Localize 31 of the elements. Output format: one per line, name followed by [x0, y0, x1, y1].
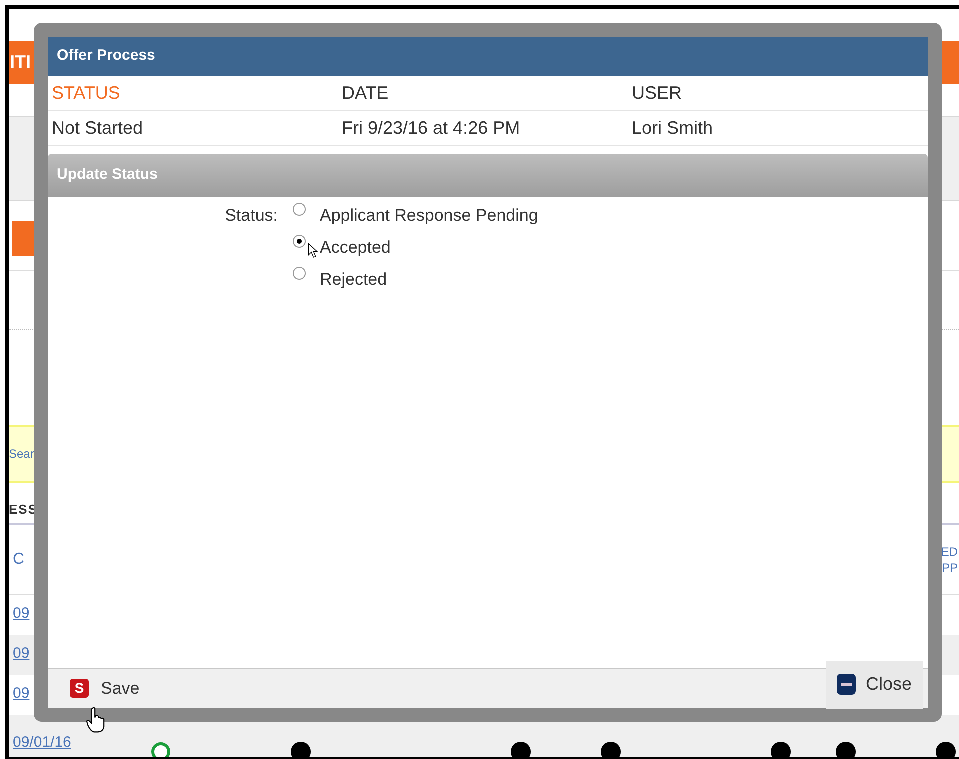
search-link[interactable]: Sear [9, 445, 34, 463]
table-cell-text: Lori Smith [632, 116, 714, 140]
column-header: DATE [342, 82, 390, 104]
table-cell-text: Fri 9/23/16 at 4:26 PM [342, 116, 522, 140]
close-button[interactable]: Close [826, 660, 923, 708]
date-link[interactable]: 09 [13, 685, 30, 703]
panel-title: Update Status [57, 165, 158, 186]
banner-title: ITI [10, 51, 31, 74]
column-header: USER [632, 82, 684, 104]
date-link[interactable]: 09 [13, 605, 30, 623]
column-header[interactable]: C [13, 548, 25, 572]
save-button[interactable]: S Save [70, 672, 140, 704]
radio-button[interactable] [293, 235, 306, 248]
dialog-title: Offer Process [57, 46, 156, 66]
hand-pointer-icon [85, 707, 107, 734]
minus-icon [836, 674, 856, 695]
table-cell-text: Not Started [52, 116, 144, 140]
radio-option[interactable]: Accepted [293, 237, 538, 259]
save-icon: S [70, 679, 89, 698]
field-label: Status: [225, 205, 278, 227]
radio-label: Rejected [320, 269, 388, 291]
radio-button[interactable] [293, 203, 306, 216]
mouse-pointer-icon [308, 243, 318, 259]
radio-button[interactable] [293, 267, 306, 280]
radio-label: Accepted [320, 237, 391, 259]
column-header[interactable]: PP [942, 560, 958, 576]
column-header: STATUS [52, 82, 122, 104]
date-link[interactable]: 09/01/16 [13, 734, 72, 752]
radio-option[interactable]: Rejected [293, 269, 538, 291]
date-link[interactable]: 09 [13, 645, 30, 663]
column-header[interactable]: ED [941, 544, 958, 560]
